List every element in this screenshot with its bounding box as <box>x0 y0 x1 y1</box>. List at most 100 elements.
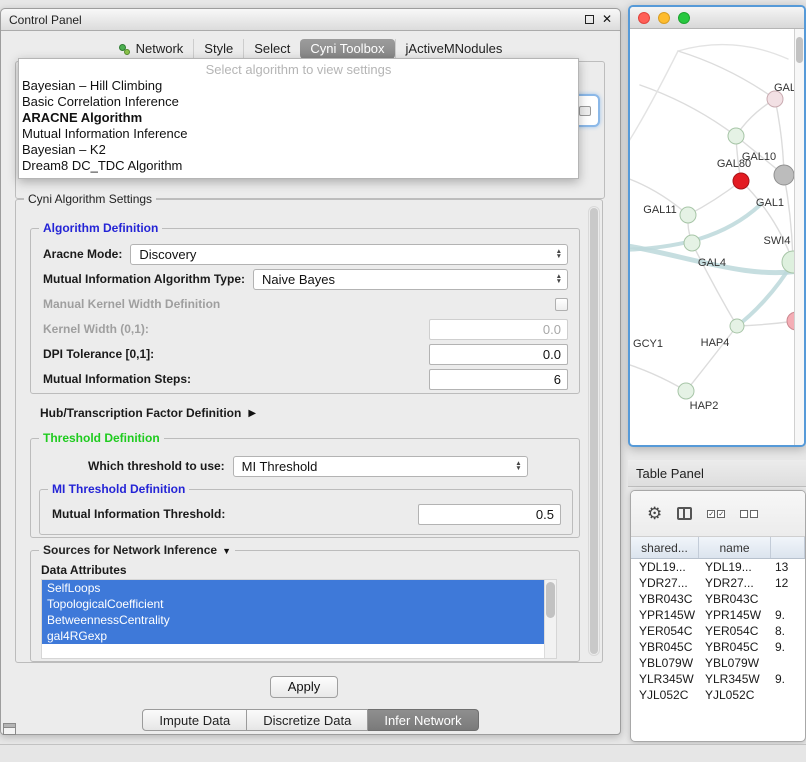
attribute-item-betweennesscentrality[interactable]: BetweennessCentrality <box>42 612 544 628</box>
column-header-shared[interactable]: shared... <box>631 537 699 558</box>
tab-jactivemnodules[interactable]: jActiveMNodules <box>395 39 513 59</box>
network-view-window: GALGAL80GAL10GAL11GAL1SWI4GAL4GCY1HAP4HA… <box>628 5 806 447</box>
algorithm-option-bayesian-k2[interactable]: Bayesian – K2 <box>19 142 578 158</box>
table-cell: 9. <box>771 608 805 622</box>
mi-steps-input[interactable] <box>429 369 568 390</box>
column-header-name[interactable]: name <box>699 537 771 558</box>
table-row[interactable]: YDL19...YDL19...13 <box>631 559 805 575</box>
bottom-tab-impute-data[interactable]: Impute Data <box>142 709 247 731</box>
network-edge[interactable] <box>692 243 737 326</box>
dpi-tolerance-input[interactable] <box>429 344 568 365</box>
hub-definition-expander[interactable]: Hub/Transcription Factor Definition ▶ <box>40 406 256 420</box>
network-edge[interactable] <box>775 99 784 175</box>
algorithm-option-mutual-information-inference[interactable]: Mutual Information Inference <box>19 126 578 142</box>
network-vertical-scrollbar[interactable] <box>794 29 804 445</box>
algorithm-option-dream8-dc-tdc-algorithm[interactable]: Dream8 DC_TDC Algorithm <box>19 158 578 174</box>
network-node[interactable] <box>678 383 694 399</box>
sources-title[interactable]: Sources for Network Inference▼ <box>39 543 235 557</box>
columns-icon[interactable] <box>677 507 692 520</box>
scrollbar-thumb[interactable] <box>796 37 803 63</box>
select-all-icon[interactable]: ✓ ✓ <box>707 510 725 518</box>
close-traffic-light-icon[interactable] <box>638 12 650 24</box>
table-cell: YBR043C <box>699 592 771 606</box>
apply-button[interactable]: Apply <box>270 676 338 698</box>
algorithm-definition-group: Algorithm Definition Aracne Mode: Discov… <box>30 228 580 394</box>
aracne-mode-combobox[interactable]: Discovery ▲▼ <box>130 244 568 265</box>
table-cell: YPR145W <box>631 608 699 622</box>
network-edge[interactable] <box>678 51 775 99</box>
attribute-item-selfloops[interactable]: SelfLoops <box>42 580 544 596</box>
mi-steps-label: Mutual Information Steps: <box>43 372 191 386</box>
network-node[interactable] <box>684 235 700 251</box>
threshold-definition-title: Threshold Definition <box>39 431 164 445</box>
table-row[interactable]: YBR043CYBR043C <box>631 591 805 607</box>
table-cell: YDL19... <box>699 560 771 574</box>
deselect-all-icon[interactable] <box>740 510 758 518</box>
table-cell: YBL079W <box>631 656 699 670</box>
table-row[interactable]: YJL052CYJL052C <box>631 687 805 703</box>
algorithm-option-bayesian-hill-climbing[interactable]: Bayesian – Hill Climbing <box>19 78 578 94</box>
algorithm-option-aracne-algorithm[interactable]: ARACNE Algorithm <box>19 110 578 126</box>
status-bar <box>0 744 806 762</box>
mi-algorithm-type-combobox[interactable]: Naive Bayes ▲▼ <box>253 269 568 290</box>
bottom-tab-discretize-data[interactable]: Discretize Data <box>247 709 368 731</box>
network-edge[interactable] <box>630 363 686 391</box>
network-edge[interactable] <box>686 326 737 391</box>
network-node[interactable] <box>733 173 749 189</box>
close-icon[interactable]: ✕ <box>602 13 612 25</box>
tab-cyni-toolbox[interactable]: Cyni Toolbox <box>300 39 394 59</box>
table-row[interactable]: YER054CYER054C8. <box>631 623 805 639</box>
scrollbar-thumb[interactable] <box>590 208 598 654</box>
minimized-panel-icon[interactable] <box>3 723 16 735</box>
gear-icon[interactable]: ⚙ <box>647 505 662 522</box>
tab-select[interactable]: Select <box>243 39 300 59</box>
network-edge[interactable] <box>630 51 678 149</box>
network-canvas[interactable]: GALGAL80GAL10GAL11GAL1SWI4GAL4GCY1HAP4HA… <box>630 29 794 445</box>
attributes-list-scrollbar[interactable] <box>544 580 556 658</box>
minimize-traffic-light-icon[interactable] <box>658 12 670 24</box>
network-node[interactable] <box>782 251 794 273</box>
control-panel-titlebar[interactable]: Control Panel ✕ <box>1 9 620 31</box>
manual-kernel-row: Manual Kernel Width Definition <box>43 293 568 315</box>
settings-vertical-scrollbar[interactable] <box>588 206 600 656</box>
checked-box-icon: ✓ <box>717 510 725 518</box>
table-row[interactable]: YDR27...YDR27...12 <box>631 575 805 591</box>
table-row[interactable]: YLR345WYLR345W9. <box>631 671 805 687</box>
manual-kernel-checkbox[interactable] <box>555 298 568 311</box>
combo-arrows-icon: ▲▼ <box>556 270 562 289</box>
bottom-tab-infer-network[interactable]: Infer Network <box>368 709 478 731</box>
network-edge[interactable] <box>640 85 736 136</box>
tab-network[interactable]: Network <box>109 39 194 59</box>
scrollbar-thumb[interactable] <box>546 582 555 618</box>
checked-box-icon: ✓ <box>707 510 715 518</box>
table-row[interactable]: YBR045CYBR045C9. <box>631 639 805 655</box>
algorithm-definition-title: Algorithm Definition <box>39 221 162 235</box>
combo-arrows-icon: ▲▼ <box>556 245 562 264</box>
attribute-item-topologicalcoefficient[interactable]: TopologicalCoefficient <box>42 596 544 612</box>
network-edge[interactable] <box>741 181 793 262</box>
float-window-icon[interactable] <box>585 15 594 24</box>
table-row[interactable]: YPR145WYPR145W9. <box>631 607 805 623</box>
network-node[interactable] <box>728 128 744 144</box>
table-cell: 8. <box>771 624 805 638</box>
mi-threshold-input[interactable] <box>418 504 561 525</box>
network-edge[interactable] <box>688 181 741 215</box>
kernel-width-input[interactable] <box>429 319 568 340</box>
column-header-col-2[interactable] <box>771 537 805 558</box>
network-node[interactable] <box>774 165 794 185</box>
algorithm-dropdown-items: Bayesian – Hill ClimbingBasic Correlatio… <box>19 78 578 174</box>
table-row[interactable]: YBL079WYBL079W <box>631 655 805 671</box>
zoom-traffic-light-icon[interactable] <box>678 12 690 24</box>
network-node[interactable] <box>730 319 744 333</box>
table-cell: 13 <box>771 560 805 574</box>
data-attributes-list[interactable]: SelfLoopsTopologicalCoefficientBetweenne… <box>41 579 557 659</box>
algorithm-dropdown-placeholder: Select algorithm to view settings <box>19 61 578 78</box>
algorithm-option-basic-correlation-inference[interactable]: Basic Correlation Inference <box>19 94 578 110</box>
tab-style[interactable]: Style <box>193 39 243 59</box>
which-threshold-combobox[interactable]: MI Threshold ▲▼ <box>233 456 528 477</box>
network-node[interactable] <box>787 312 794 330</box>
network-window-titlebar[interactable] <box>630 7 804 29</box>
attribute-item-gal4rgexp[interactable]: gal4RGexp <box>42 628 544 644</box>
table-cell: YLR345W <box>699 672 771 686</box>
network-node[interactable] <box>680 207 696 223</box>
